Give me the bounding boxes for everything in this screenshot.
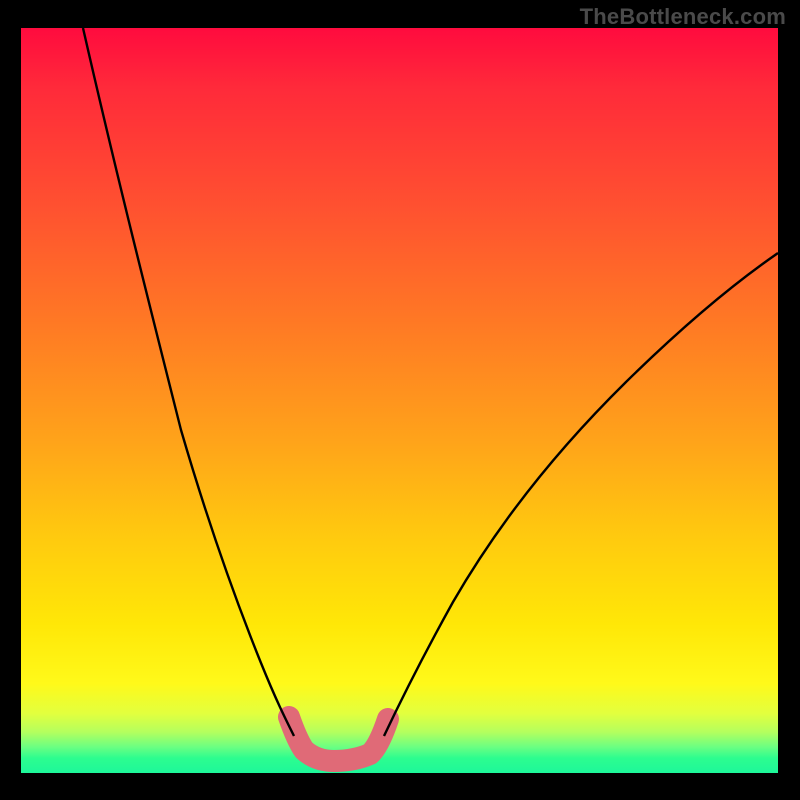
curve-left xyxy=(83,28,294,736)
curve-right xyxy=(384,253,778,736)
curve-layer xyxy=(21,28,778,773)
trough-highlight xyxy=(289,717,388,761)
chart-stage: TheBottleneck.com xyxy=(0,0,800,800)
plot-area xyxy=(21,28,778,773)
watermark-text: TheBottleneck.com xyxy=(580,4,786,30)
